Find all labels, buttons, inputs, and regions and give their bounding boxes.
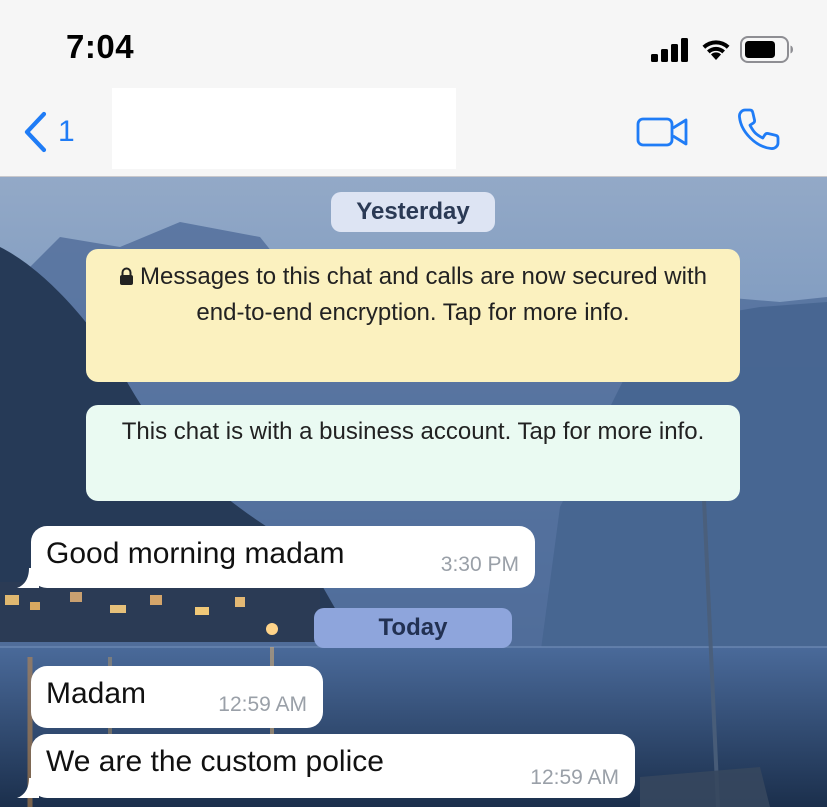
battery-icon: [740, 36, 793, 63]
bubble-tail: [17, 568, 39, 588]
message-time: 12:59 AM: [530, 766, 619, 789]
incoming-message[interactable]: Good morning madam 3:30 PM: [17, 526, 535, 588]
business-notice-text: This chat is with a business account. Ta…: [121, 418, 705, 445]
message-time: 12:59 AM: [218, 693, 307, 716]
bubble-tail: [17, 778, 39, 798]
encryption-notice-text: Messages to this chat and calls are now …: [140, 263, 707, 326]
message-text: Madam: [46, 677, 147, 710]
business-account-notice[interactable]: This chat is with a business account. Ta…: [86, 405, 740, 501]
unread-count: 1: [58, 115, 75, 148]
chat-area[interactable]: Yesterday Messages to this chat and call…: [0, 177, 827, 807]
encryption-notice[interactable]: Messages to this chat and calls are now …: [86, 249, 740, 382]
chat-header: 1: [0, 88, 827, 177]
message-time: 3:30 PM: [440, 553, 519, 576]
contact-name-area[interactable]: [112, 88, 456, 169]
date-separator-today: Today: [314, 608, 512, 648]
incoming-message[interactable]: Madam 12:59 AM: [31, 666, 323, 728]
lock-icon: [120, 267, 134, 285]
chevron-left-icon: [24, 111, 47, 153]
back-button[interactable]: 1: [22, 110, 75, 154]
signal-icon: [651, 38, 688, 62]
status-time: 7:04: [66, 28, 135, 65]
message-text: We are the custom police: [46, 745, 384, 778]
status-bar: 7:04: [0, 0, 827, 88]
wifi-icon: [702, 40, 730, 60]
incoming-message[interactable]: We are the custom police 12:59 AM: [17, 734, 635, 798]
date-separator-yesterday: Yesterday: [331, 192, 495, 232]
phone-icon[interactable]: [736, 106, 782, 152]
message-text: Good morning madam: [46, 537, 345, 570]
video-camera-icon[interactable]: [636, 114, 690, 150]
